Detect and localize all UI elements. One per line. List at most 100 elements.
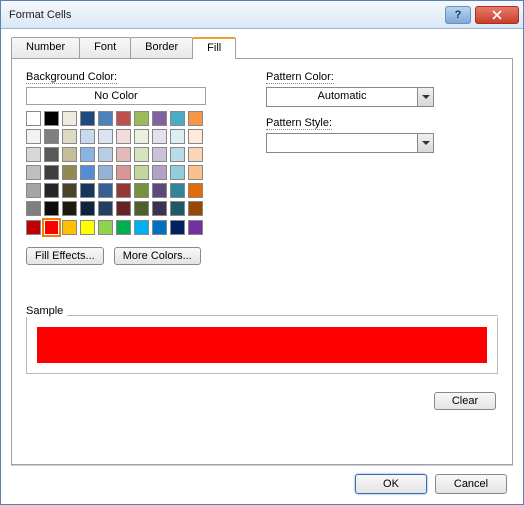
color-swatch[interactable] xyxy=(26,129,41,144)
color-swatch[interactable] xyxy=(152,201,167,216)
color-swatch[interactable] xyxy=(170,165,185,180)
color-swatch[interactable] xyxy=(170,201,185,216)
color-swatch[interactable] xyxy=(62,201,77,216)
sample-label: Sample xyxy=(26,305,63,317)
color-swatch[interactable] xyxy=(134,183,149,198)
color-swatch[interactable] xyxy=(44,165,59,180)
tab-number[interactable]: Number xyxy=(11,37,80,58)
color-swatch[interactable] xyxy=(98,147,113,162)
color-swatch[interactable] xyxy=(44,183,59,198)
color-swatch[interactable] xyxy=(188,147,203,162)
pattern-style-label: Pattern Style: xyxy=(266,117,498,129)
color-swatch[interactable] xyxy=(116,147,131,162)
color-swatch[interactable] xyxy=(62,220,77,235)
color-swatch[interactable] xyxy=(188,220,203,235)
color-swatch[interactable] xyxy=(116,220,131,235)
color-swatch[interactable] xyxy=(116,183,131,198)
color-swatch[interactable] xyxy=(98,201,113,216)
standard-color-grid xyxy=(26,220,236,235)
color-swatch[interactable] xyxy=(44,220,59,235)
color-swatch[interactable] xyxy=(80,147,95,162)
pattern-color-dropdown-button[interactable] xyxy=(417,88,433,106)
color-swatch[interactable] xyxy=(152,183,167,198)
color-swatch[interactable] xyxy=(188,165,203,180)
color-swatch[interactable] xyxy=(170,147,185,162)
color-swatch[interactable] xyxy=(188,201,203,216)
color-swatch[interactable] xyxy=(170,111,185,126)
no-color-button[interactable]: No Color xyxy=(26,87,206,105)
color-swatch[interactable] xyxy=(152,165,167,180)
pattern-color-value: Automatic xyxy=(267,88,417,106)
color-swatch[interactable] xyxy=(134,165,149,180)
color-swatch[interactable] xyxy=(80,183,95,198)
color-swatch[interactable] xyxy=(44,147,59,162)
color-swatch[interactable] xyxy=(188,111,203,126)
tab-font[interactable]: Font xyxy=(79,37,131,58)
help-button[interactable]: ? xyxy=(445,6,471,24)
tab-border[interactable]: Border xyxy=(130,37,193,58)
titlebar[interactable]: Format Cells ? xyxy=(1,1,523,29)
color-swatch[interactable] xyxy=(26,220,41,235)
color-swatch[interactable] xyxy=(26,201,41,216)
color-swatch[interactable] xyxy=(134,147,149,162)
color-swatch[interactable] xyxy=(152,147,167,162)
color-swatch[interactable] xyxy=(62,165,77,180)
ok-button[interactable]: OK xyxy=(355,474,427,494)
sample-preview xyxy=(37,327,487,363)
pattern-style-combo[interactable] xyxy=(266,133,434,153)
color-swatch[interactable] xyxy=(26,147,41,162)
color-swatch[interactable] xyxy=(98,220,113,235)
color-swatch[interactable] xyxy=(26,183,41,198)
color-swatch[interactable] xyxy=(170,129,185,144)
color-swatch[interactable] xyxy=(62,111,77,126)
dialog-footer: OK Cancel xyxy=(11,465,513,494)
color-swatch[interactable] xyxy=(134,201,149,216)
close-button[interactable] xyxy=(475,6,519,24)
cancel-button[interactable]: Cancel xyxy=(435,474,507,494)
color-swatch[interactable] xyxy=(134,129,149,144)
color-swatch[interactable] xyxy=(98,111,113,126)
color-swatch[interactable] xyxy=(98,129,113,144)
background-color-label: Background Color: xyxy=(26,71,236,83)
color-swatch[interactable] xyxy=(152,111,167,126)
color-swatch[interactable] xyxy=(188,183,203,198)
color-swatch[interactable] xyxy=(134,111,149,126)
clear-button[interactable]: Clear xyxy=(434,392,496,410)
color-swatch[interactable] xyxy=(98,165,113,180)
color-swatch[interactable] xyxy=(188,129,203,144)
color-swatch[interactable] xyxy=(170,183,185,198)
fill-effects-button[interactable]: Fill Effects... xyxy=(26,247,104,265)
color-swatch[interactable] xyxy=(80,220,95,235)
color-swatch[interactable] xyxy=(134,220,149,235)
color-swatch[interactable] xyxy=(80,129,95,144)
more-colors-button[interactable]: More Colors... xyxy=(114,247,201,265)
chevron-down-icon xyxy=(422,95,430,99)
color-swatch[interactable] xyxy=(26,165,41,180)
format-cells-dialog: Format Cells ? Number Font Border Fill B… xyxy=(0,0,524,505)
color-swatch[interactable] xyxy=(44,111,59,126)
pattern-color-combo[interactable]: Automatic xyxy=(266,87,434,107)
color-swatch[interactable] xyxy=(26,111,41,126)
color-swatch[interactable] xyxy=(116,111,131,126)
color-swatch[interactable] xyxy=(62,183,77,198)
color-swatch[interactable] xyxy=(80,165,95,180)
color-swatch[interactable] xyxy=(44,201,59,216)
fill-tab-body: Background Color: No Color Fill Effects.… xyxy=(11,59,513,465)
color-swatch[interactable] xyxy=(62,147,77,162)
color-swatch[interactable] xyxy=(62,129,77,144)
color-swatch[interactable] xyxy=(152,129,167,144)
color-swatch[interactable] xyxy=(98,183,113,198)
tab-fill[interactable]: Fill xyxy=(192,37,236,59)
pattern-style-dropdown-button[interactable] xyxy=(417,134,433,152)
color-swatch[interactable] xyxy=(80,111,95,126)
color-swatch[interactable] xyxy=(116,201,131,216)
color-swatch[interactable] xyxy=(116,165,131,180)
color-swatch[interactable] xyxy=(116,129,131,144)
pattern-style-value xyxy=(267,134,417,152)
color-swatch[interactable] xyxy=(170,220,185,235)
tab-bar: Number Font Border Fill xyxy=(11,37,513,59)
pattern-color-label: Pattern Color: xyxy=(266,71,498,83)
color-swatch[interactable] xyxy=(80,201,95,216)
color-swatch[interactable] xyxy=(44,129,59,144)
color-swatch[interactable] xyxy=(152,220,167,235)
